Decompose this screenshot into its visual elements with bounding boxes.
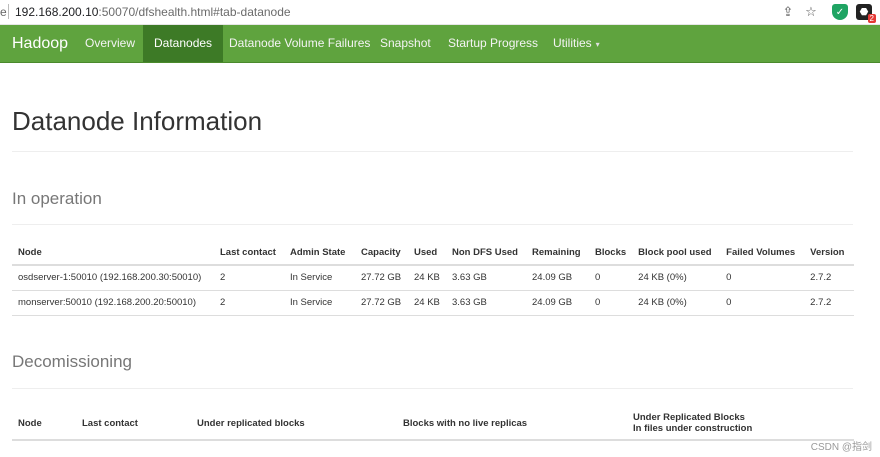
cell-remaining: 24.09 GB [526,290,589,316]
extension-badge: 2 [867,14,876,23]
cell-block-pool-used: 24 KB (0%) [632,290,721,316]
cell-last-contact: 2 [214,265,284,291]
cell-non-dfs-used: 3.63 GB [446,265,526,291]
cell-blocks: 0 [589,290,633,316]
decommissioning-table: Node Last contact Under replicated block… [12,407,854,441]
table-header-row: Node Last contact Under replicated block… [12,407,854,441]
watermark: CSDN @指剑 [810,442,872,453]
hadoop-navbar: Hadoop Overview Datanodes Datanode Volum… [0,25,880,63]
col-node[interactable]: Node [12,407,76,441]
divider [12,151,853,152]
col-remaining[interactable]: Remaining [526,240,589,266]
table-row: monserver:50010 (192.168.200.20:50010) 2… [12,290,854,316]
col-failed-volumes[interactable]: Failed Volumes [720,240,805,266]
cell-remaining: 24.09 GB [526,265,589,291]
cell-version: 2.7.2 [804,290,854,316]
cell-admin-state: In Service [284,265,355,291]
browser-address-bar: e 192.168.200.10:50070/dfshealth.html#ta… [0,0,880,25]
cell-node: osdserver-1:50010 (192.168.200.30:50010) [12,265,214,291]
col-under-replicated-in-construction[interactable]: Under Replicated Blocks In files under c… [627,407,854,441]
table-header-row: Node Last contact Admin State Capacity U… [12,240,854,266]
address-separator [8,4,9,19]
nav-datanode-volume-failures[interactable]: Datanode Volume Failures [218,25,381,62]
nav-utilities[interactable]: Utilities ▾ [542,25,611,62]
url-path: :50070/dfshealth.html#tab-datanode [98,5,291,19]
col-non-dfs-used[interactable]: Non DFS Used [446,240,526,266]
shield-extension-icon[interactable]: ✓ [832,4,848,20]
brand-hadoop[interactable]: Hadoop [12,35,68,53]
col-last-contact[interactable]: Last contact [214,240,284,266]
col-blocks[interactable]: Blocks [589,240,633,266]
url-host: 192.168.200.10 [15,5,99,19]
in-operation-table: Node Last contact Admin State Capacity U… [12,240,854,316]
cell-block-pool-used: 24 KB (0%) [632,265,721,291]
url-field[interactable]: 192.168.200.10:50070/dfshealth.html#tab-… [15,5,291,19]
col-header-line2: In files under construction [633,423,753,434]
star-icon[interactable]: ☆ [803,4,819,20]
cell-failed-volumes: 0 [720,265,805,291]
section-in-operation-title: In operation [12,189,102,208]
cell-blocks: 0 [589,265,633,291]
nav-snapshot[interactable]: Snapshot [369,25,442,62]
cell-capacity: 27.72 GB [355,265,408,291]
cell-used: 24 KB [408,290,446,316]
site-info-icon[interactable]: e [0,5,7,19]
cell-admin-state: In Service [284,290,355,316]
cell-node: monserver:50010 (192.168.200.20:50010) [12,290,214,316]
col-last-contact[interactable]: Last contact [76,407,191,441]
divider [12,224,853,225]
section-decommissioning-title: Decomissioning [12,352,132,371]
nav-datanodes[interactable]: Datanodes [143,25,224,62]
page-title: Datanode Information [12,106,263,136]
col-admin-state[interactable]: Admin State [284,240,355,266]
extension-icon[interactable]: ⬣ 2 [856,4,876,23]
chevron-down-icon: ▾ [595,40,600,49]
cell-version: 2.7.2 [804,265,854,291]
col-under-replicated-blocks[interactable]: Under replicated blocks [191,407,397,441]
cell-non-dfs-used: 3.63 GB [446,290,526,316]
col-node[interactable]: Node [12,240,214,266]
col-version[interactable]: Version [804,240,854,266]
col-used[interactable]: Used [408,240,446,266]
share-icon[interactable]: ⇪ [780,4,796,20]
cell-failed-volumes: 0 [720,290,805,316]
cell-capacity: 27.72 GB [355,290,408,316]
nav-overview[interactable]: Overview [74,25,146,62]
nav-startup-progress[interactable]: Startup Progress [437,25,549,62]
divider [12,388,853,389]
col-capacity[interactable]: Capacity [355,240,408,266]
cell-used: 24 KB [408,265,446,291]
table-row: osdserver-1:50010 (192.168.200.30:50010)… [12,265,854,291]
col-blocks-no-live-replicas[interactable]: Blocks with no live replicas [397,407,627,441]
col-header-line1: Under Replicated Blocks [633,412,745,423]
col-block-pool-used[interactable]: Block pool used [632,240,721,266]
cell-last-contact: 2 [214,290,284,316]
nav-utilities-label: Utilities [553,36,592,50]
